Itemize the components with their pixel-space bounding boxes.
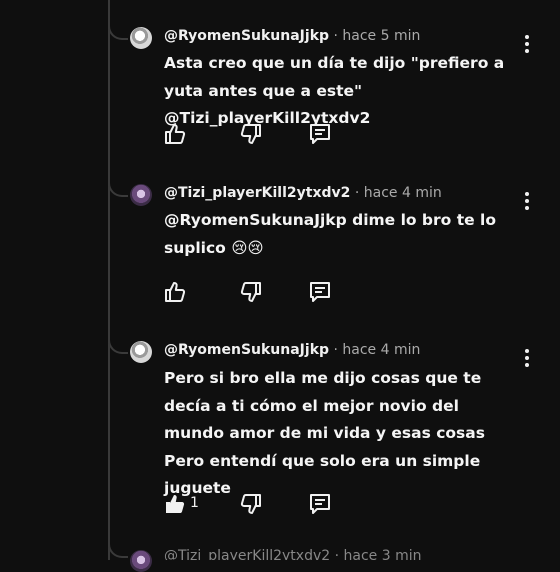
meta-separator: · [350, 185, 364, 201]
comment-time: hace 4 min [363, 185, 442, 201]
avatar[interactable] [130, 550, 152, 572]
comment-author[interactable]: @RyomenSukunaJjkp [164, 342, 329, 358]
reply-comment-icon[interactable] [308, 280, 332, 304]
like-count: 1 [190, 495, 199, 511]
comment-actions [164, 280, 424, 306]
thread-line [108, 0, 110, 560]
comment-text: Asta creo que un día te dijo "prefiero a… [164, 54, 505, 127]
reply-comment-icon[interactable] [308, 122, 332, 146]
comment-time: hace 5 min [342, 28, 421, 44]
next-comment-meta: @Tizi_playerKill2ytxdv2 · hace 3 min [164, 548, 422, 560]
reply-connector [108, 171, 128, 197]
comment-text: Pero si bro ella me dijo cosas que te de… [164, 369, 485, 497]
meta-separator: · [329, 342, 343, 358]
reply-connector [108, 532, 128, 558]
thumbs-up-icon[interactable] [164, 122, 186, 146]
comment-author[interactable]: @Tizi_playerKill2ytxdv2 [164, 185, 350, 201]
thumbs-down-icon[interactable] [240, 122, 262, 146]
comment-meta: @Tizi_playerKill2ytxdv2 · hace 4 min [164, 185, 442, 201]
thumbs-down-icon[interactable] [240, 280, 262, 304]
comment-actions [164, 122, 424, 148]
reply-comment-icon[interactable] [308, 492, 332, 516]
thumbs-up-icon[interactable]: 1 [164, 492, 199, 516]
comment-time: hace 4 min [342, 342, 421, 358]
comment-meta: @RyomenSukunaJjkp · hace 4 min [164, 342, 420, 358]
comment-author[interactable]: @RyomenSukunaJjkp [164, 28, 329, 44]
thumbs-up-icon[interactable] [164, 280, 186, 304]
reply-connector [108, 328, 128, 354]
thumbs-down-icon[interactable] [240, 492, 262, 516]
meta-separator: · [329, 28, 343, 44]
comment-actions: 1 [164, 492, 424, 518]
comment-meta: @RyomenSukunaJjkp · hace 5 min [164, 28, 420, 44]
avatar[interactable] [130, 27, 152, 49]
reply-connector [108, 14, 128, 40]
comment-text: @RyomenSukunaJjkp dime lo bro te lo supl… [164, 211, 496, 257]
avatar[interactable] [130, 341, 152, 363]
avatar[interactable] [130, 184, 152, 206]
